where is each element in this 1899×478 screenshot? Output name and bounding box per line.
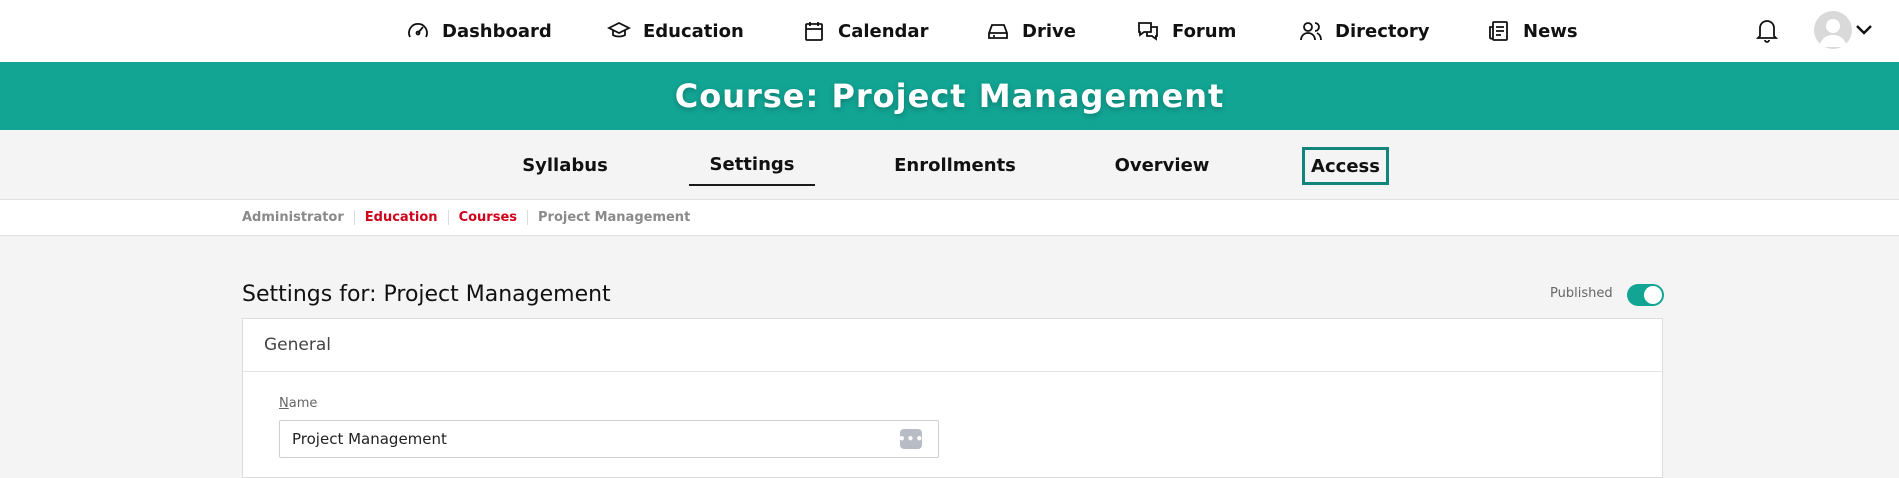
chat-bubbles-icon: [1138, 22, 1158, 41]
tab-enrollments[interactable]: Enrollments: [889, 144, 1021, 186]
name-input[interactable]: [280, 421, 880, 457]
name-label: Name: [279, 396, 317, 411]
user-silhouette-icon: [1819, 19, 1847, 47]
people-icon: [1300, 22, 1322, 41]
more-options-icon[interactable]: •••: [898, 429, 923, 449]
breadcrumb-education[interactable]: Education: [353, 210, 448, 225]
gauge-icon: [408, 23, 428, 38]
nav-directory-label: Directory: [1335, 20, 1430, 42]
graduation-cap-icon: [607, 21, 631, 38]
bell-icon[interactable]: [1755, 17, 1779, 43]
general-card-header: General: [243, 319, 1662, 372]
tab-syllabus[interactable]: Syllabus: [513, 144, 617, 186]
nav-calendar-label: Calendar: [838, 20, 929, 42]
nav-forum[interactable]: Forum: [1136, 0, 1236, 62]
nav-forum-label: Forum: [1172, 20, 1237, 42]
avatar[interactable]: [1814, 11, 1852, 49]
calendar-icon: [805, 22, 823, 41]
general-card: General Name •••: [242, 318, 1663, 478]
nav-news-label: News: [1523, 20, 1578, 42]
breadcrumb-current: Project Management: [527, 210, 700, 225]
name-field: •••: [279, 420, 939, 458]
course-banner: Course: Project Management: [0, 62, 1899, 130]
toggle-knob: [1644, 286, 1662, 304]
nav-dashboard[interactable]: Dashboard: [406, 0, 552, 62]
tab-access[interactable]: Access: [1302, 147, 1389, 185]
breadcrumb-administrator: Administrator: [242, 210, 344, 225]
page-title: Settings for: Project Management: [242, 282, 611, 307]
nav-drive[interactable]: Drive: [986, 0, 1076, 62]
nav-dashboard-label: Dashboard: [442, 20, 552, 42]
published-label: Published: [1550, 286, 1613, 301]
course-tabs: Syllabus Settings Enrollments Overview A…: [0, 130, 1899, 200]
chevron-down-icon[interactable]: [1854, 21, 1874, 39]
published-toggle[interactable]: [1627, 284, 1664, 306]
nav-drive-label: Drive: [1022, 20, 1076, 42]
breadcrumb: Administrator Education Courses Project …: [0, 200, 1899, 236]
nav-news[interactable]: News: [1487, 0, 1578, 62]
name-label-accesskey: N: [279, 396, 289, 411]
breadcrumb-courses[interactable]: Courses: [447, 210, 527, 225]
nav-education[interactable]: Education: [607, 0, 744, 62]
nav-education-label: Education: [643, 20, 744, 42]
name-label-rest: ame: [288, 396, 318, 411]
nav-calendar[interactable]: Calendar: [802, 0, 928, 62]
course-title: Course: Project Management: [674, 77, 1225, 115]
tab-settings[interactable]: Settings: [689, 144, 815, 186]
top-navigation: Dashboard Education Calendar Drive Forum…: [0, 0, 1899, 62]
nav-directory[interactable]: Directory: [1299, 0, 1429, 62]
tab-overview[interactable]: Overview: [1111, 144, 1213, 186]
drive-icon: [988, 24, 1008, 39]
newspaper-icon: [1489, 21, 1508, 41]
